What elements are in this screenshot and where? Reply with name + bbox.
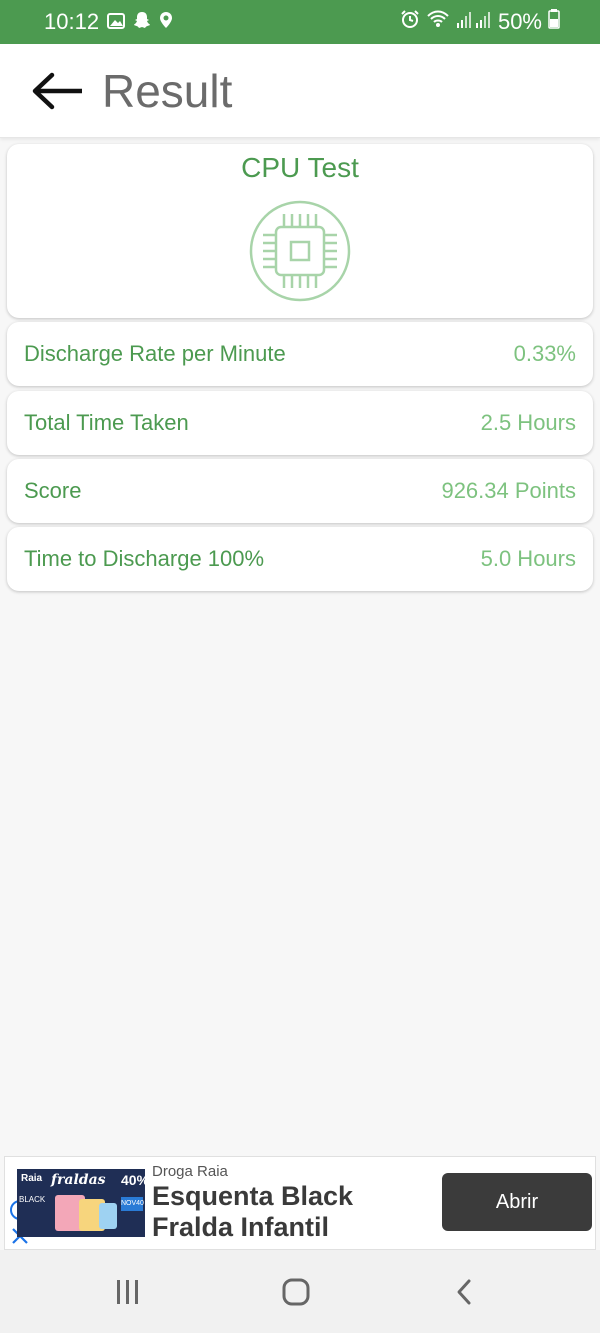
ad-advertiser: Droga Raia [152, 1163, 228, 1180]
back-button[interactable] [30, 66, 94, 116]
ad-headline[interactable]: Esquenta Black Fralda Infantil [152, 1181, 432, 1243]
signal-icon [456, 9, 492, 35]
ad-image-brand: Raia [21, 1173, 43, 1184]
ad-image-badge: NOV40 [121, 1197, 144, 1211]
page-title: Result [102, 64, 233, 117]
cpu-chip-icon [249, 200, 351, 302]
back-icon [457, 1279, 471, 1305]
ad-image[interactable]: Raia fraldas 40% BLACK NOV40 [17, 1169, 145, 1237]
ad-image-discount: 40% [121, 1172, 145, 1188]
result-row-time-to-discharge: Time to Discharge 100% 5.0 Hours [7, 527, 593, 591]
status-time: 10:12 [44, 9, 100, 34]
app-bar: Result [0, 44, 600, 138]
diaper-pack-image [99, 1203, 117, 1229]
recents-icon [117, 1280, 138, 1304]
result-value: 2.5 Hours [480, 410, 576, 435]
result-value: 926.34 Points [441, 478, 576, 503]
ad-open-button[interactable]: Abrir [442, 1173, 592, 1231]
status-right: 50% [400, 9, 560, 35]
battery-icon [548, 9, 560, 35]
nav-back-button[interactable] [444, 1272, 484, 1312]
result-label: Total Time Taken [24, 410, 189, 435]
test-header-card: CPU Test [7, 144, 593, 318]
location-icon [159, 9, 173, 35]
system-nav-bar [0, 1250, 600, 1333]
test-title: CPU Test [241, 152, 359, 183]
snapchat-icon [133, 9, 151, 35]
result-label: Score [24, 478, 82, 503]
home-button[interactable] [276, 1272, 316, 1312]
image-icon [107, 9, 126, 35]
battery-percent: 50% [497, 9, 542, 34]
recents-button[interactable] [108, 1272, 148, 1312]
arrow-left-icon [32, 72, 82, 109]
ad-banner[interactable]: Raia fraldas 40% BLACK NOV40 Droga Raia … [4, 1156, 596, 1250]
home-icon [282, 1278, 310, 1306]
wifi-icon [426, 9, 450, 35]
ad-image-product: fraldas [51, 1172, 106, 1188]
result-value: 0.33% [513, 341, 576, 366]
status-left: 10:12 [44, 9, 173, 35]
result-label: Discharge Rate per Minute [24, 341, 286, 366]
result-row-discharge-rate: Discharge Rate per Minute 0.33% [7, 322, 593, 386]
result-row-score: Score 926.34 Points [7, 459, 593, 523]
status-bar: 10:12 50% [0, 0, 600, 44]
ad-image-promo: BLACK [19, 1195, 46, 1204]
result-row-total-time: Total Time Taken 2.5 Hours [7, 391, 593, 455]
result-label: Time to Discharge 100% [24, 546, 265, 571]
result-value: 5.0 Hours [480, 546, 576, 571]
alarm-icon [400, 9, 420, 35]
